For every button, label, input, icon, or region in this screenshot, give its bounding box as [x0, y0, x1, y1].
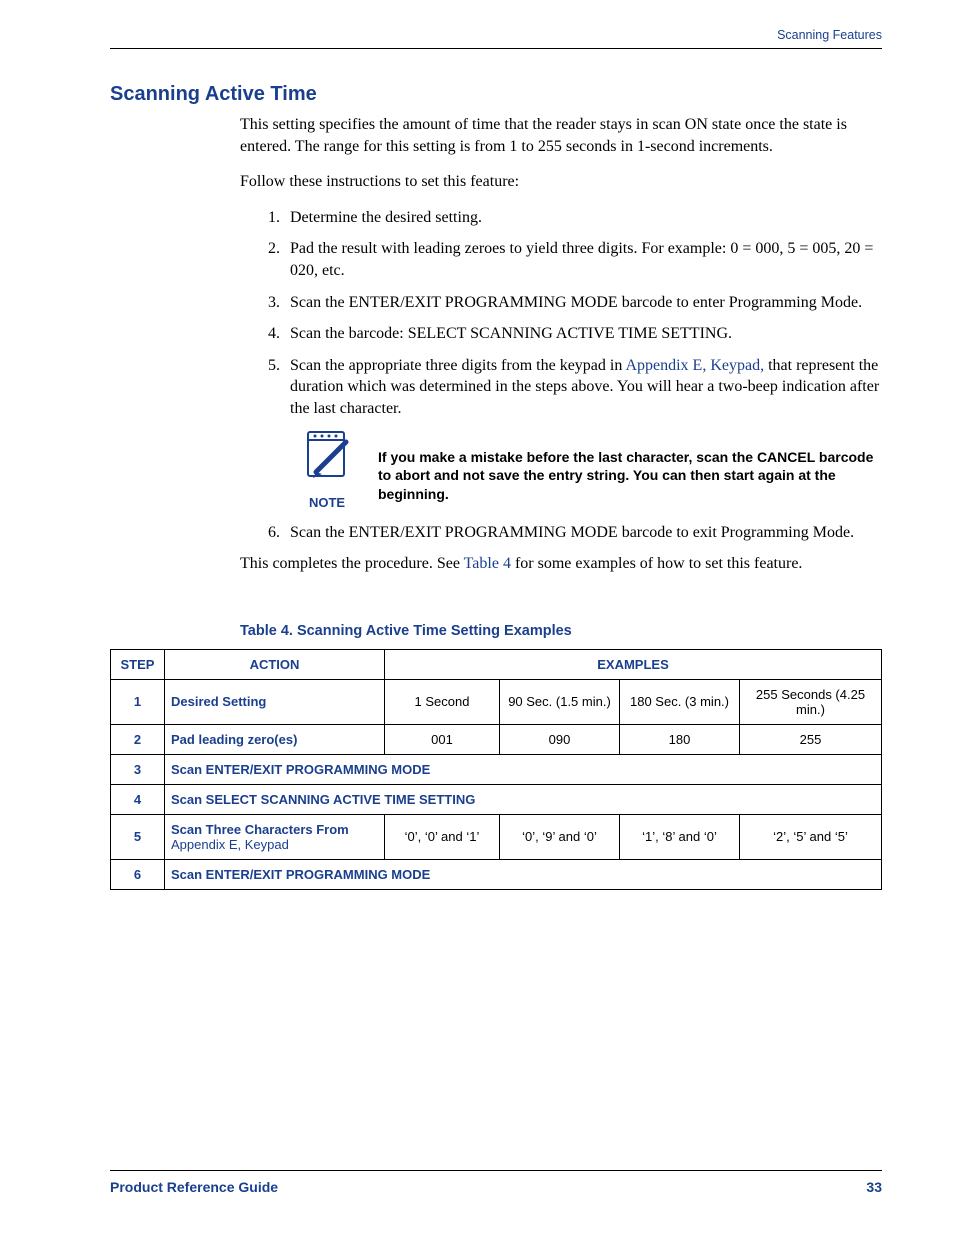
header-action: ACTION	[165, 649, 385, 679]
cell-step: 1	[111, 679, 165, 724]
cell-example: 90 Sec. (1.5 min.)	[500, 679, 620, 724]
cell-action-text: Scan Three Characters From	[171, 822, 349, 837]
note-text: If you make a mistake before the last ch…	[378, 448, 882, 505]
table-row: 6 Scan ENTER/EXIT PROGRAMMING MODE	[111, 859, 882, 889]
step-2: Pad the result with leading zeroes to yi…	[284, 238, 882, 281]
table-row: 4 Scan SELECT SCANNING ACTIVE TIME SETTI…	[111, 784, 882, 814]
table-row: 2 Pad leading zero(es) 001 090 180 255	[111, 724, 882, 754]
note-label: NOTE	[309, 494, 345, 512]
page-footer: Product Reference Guide 33	[110, 1170, 882, 1195]
step-5: Scan the appropriate three digits from t…	[284, 355, 882, 512]
table-caption: Table 4. Scanning Active Time Setting Ex…	[240, 623, 882, 639]
step-5-text-a: Scan the appropriate three digits from t…	[290, 357, 625, 374]
notepad-icon	[302, 428, 352, 489]
cell-example: 255 Seconds (4.25 min.)	[740, 679, 882, 724]
cell-example: 180 Sec. (3 min.)	[620, 679, 740, 724]
cell-example: ‘0’, ‘0’ and ‘1’	[385, 814, 500, 859]
cell-action: Pad leading zero(es)	[165, 724, 385, 754]
header-examples: EXAMPLES	[385, 649, 882, 679]
instruction-list: Determine the desired setting. Pad the r…	[240, 207, 882, 543]
header-section-label: Scanning Features	[110, 28, 882, 49]
step-4: Scan the barcode: SELECT SCANNING ACTIVE…	[284, 323, 882, 345]
body-content: This setting specifies the amount of tim…	[240, 114, 882, 575]
cell-example: ‘1’, ‘8’ and ‘0’	[620, 814, 740, 859]
cell-example: 090	[500, 724, 620, 754]
examples-table: STEP ACTION EXAMPLES 1 Desired Setting 1…	[110, 649, 882, 890]
step-6: Scan the ENTER/EXIT PROGRAMMING MODE bar…	[284, 522, 882, 544]
cell-step: 5	[111, 814, 165, 859]
cell-action: Scan ENTER/EXIT PROGRAMMING MODE	[165, 754, 882, 784]
cell-example: 1 Second	[385, 679, 500, 724]
header-step: STEP	[111, 649, 165, 679]
cell-action: Scan SELECT SCANNING ACTIVE TIME SETTING	[165, 784, 882, 814]
cell-step: 6	[111, 859, 165, 889]
table-row: 5 Scan Three Characters From Appendix E,…	[111, 814, 882, 859]
closing-text-a: This completes the procedure. See	[240, 555, 464, 572]
cell-example: 001	[385, 724, 500, 754]
closing-text-b: for some examples of how to set this fea…	[511, 555, 802, 572]
section-title: Scanning Active Time	[110, 83, 882, 106]
cell-step: 3	[111, 754, 165, 784]
step-1: Determine the desired setting.	[284, 207, 882, 229]
cell-action: Desired Setting	[165, 679, 385, 724]
table-header-row: STEP ACTION EXAMPLES	[111, 649, 882, 679]
cell-example: 180	[620, 724, 740, 754]
page: Scanning Features Scanning Active Time T…	[0, 0, 954, 1235]
cell-example: ‘2’, ‘5’ and ‘5’	[740, 814, 882, 859]
cell-example: 255	[740, 724, 882, 754]
table-4-link[interactable]: Table 4	[464, 555, 511, 572]
cell-action: Scan ENTER/EXIT PROGRAMMING MODE	[165, 859, 882, 889]
footer-page-number: 33	[866, 1179, 882, 1195]
closing-paragraph: This completes the procedure. See Table …	[240, 553, 882, 575]
footer-doc-title: Product Reference Guide	[110, 1179, 278, 1195]
appendix-e-link[interactable]: Appendix E, Keypad	[171, 837, 289, 852]
intro-paragraph-2: Follow these instructions to set this fe…	[240, 171, 882, 193]
appendix-e-link[interactable]: Appendix E, Keypad,	[625, 357, 764, 374]
cell-example: ‘0’, ‘9’ and ‘0’	[500, 814, 620, 859]
intro-paragraph-1: This setting specifies the amount of tim…	[240, 114, 882, 157]
step-3: Scan the ENTER/EXIT PROGRAMMING MODE bar…	[284, 292, 882, 314]
cell-step: 4	[111, 784, 165, 814]
cell-step: 2	[111, 724, 165, 754]
table-row: 1 Desired Setting 1 Second 90 Sec. (1.5 …	[111, 679, 882, 724]
note-block: NOTE If you make a mistake before the la…	[302, 428, 882, 512]
table-row: 3 Scan ENTER/EXIT PROGRAMMING MODE	[111, 754, 882, 784]
note-icon-column: NOTE	[302, 428, 352, 512]
cell-action: Scan Three Characters From Appendix E, K…	[165, 814, 385, 859]
